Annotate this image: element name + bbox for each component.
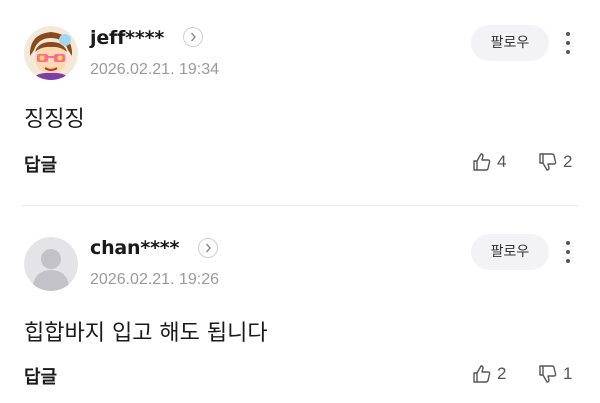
like-count: 2 — [497, 364, 507, 383]
comment-text: 징징징 — [24, 107, 85, 132]
more-vertical-icon[interactable] — [561, 30, 575, 56]
username[interactable]: chan**** — [90, 237, 179, 259]
thumbs-down-icon — [539, 365, 557, 383]
dislike-button[interactable]: 2 — [538, 151, 572, 173]
avatar[interactable] — [24, 237, 78, 291]
default-avatar-icon — [24, 237, 78, 291]
comment-item: chan**** 2026.02.21. 19:26 팔로우 힙합바지 입고 해… — [0, 207, 600, 403]
like-button[interactable]: 4 — [472, 151, 506, 173]
dislike-count: 2 — [563, 152, 573, 171]
avatar[interactable] — [24, 26, 78, 80]
comment-date: 2026.02.21. 19:26 — [90, 271, 220, 288]
comment-text: 힙합바지 입고 해도 됩니다 — [24, 321, 268, 346]
more-vertical-icon[interactable] — [561, 239, 575, 265]
chevron-right-icon[interactable] — [198, 238, 218, 258]
chevron-right-icon[interactable] — [183, 27, 203, 47]
thumbs-up-icon — [473, 153, 491, 171]
reply-button[interactable]: 답글 — [24, 151, 57, 177]
follow-button[interactable]: 팔로우 — [471, 25, 549, 61]
divider — [22, 205, 578, 206]
comment-date: 2026.02.21. 19:34 — [90, 61, 220, 78]
like-button[interactable]: 2 — [472, 363, 506, 385]
follow-button[interactable]: 팔로우 — [471, 234, 549, 270]
dislike-count: 1 — [563, 364, 573, 383]
thumbs-up-icon — [473, 365, 491, 383]
reply-button[interactable]: 답글 — [24, 363, 57, 389]
thumbs-down-icon — [539, 153, 557, 171]
comment-item: jeff**** 2026.02.21. 19:34 팔로우 징징징 답글 4 … — [0, 0, 600, 205]
username[interactable]: jeff**** — [90, 27, 164, 49]
cartoon-avatar-icon — [24, 26, 78, 80]
like-count: 4 — [497, 152, 507, 171]
dislike-button[interactable]: 1 — [538, 363, 572, 385]
